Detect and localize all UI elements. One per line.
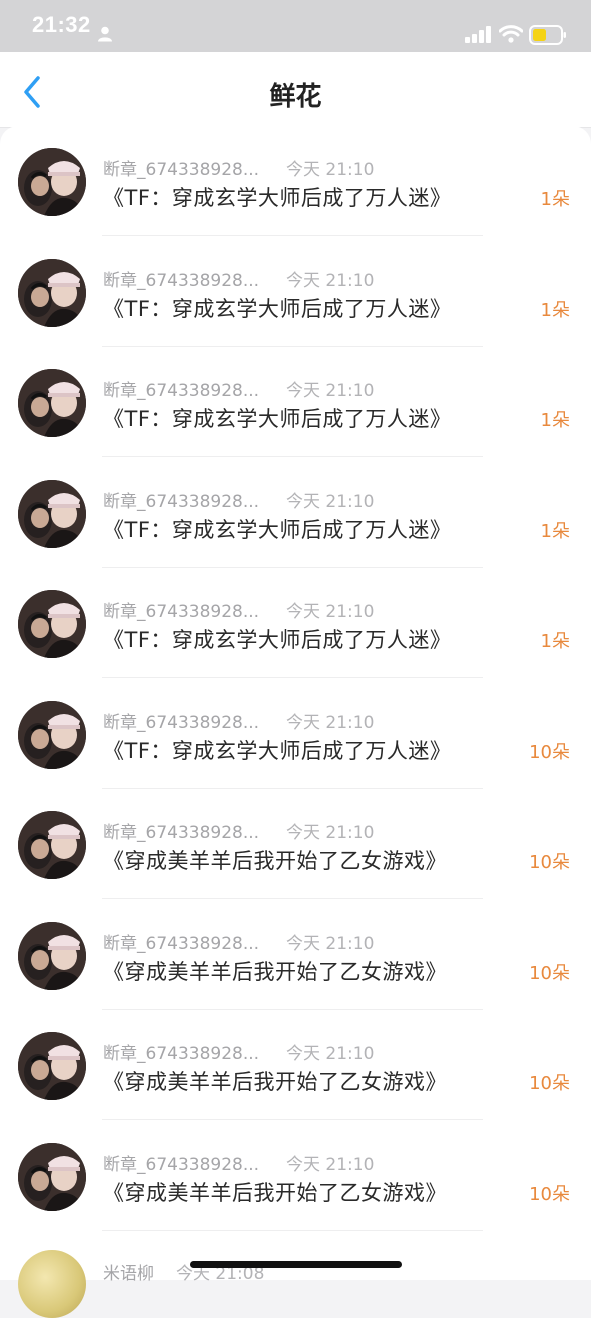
flower-count: 10朵 [529, 1183, 570, 1205]
signal-icon [465, 26, 491, 43]
avatar[interactable] [18, 1032, 86, 1100]
user-name[interactable]: 断章_674338928... [103, 818, 259, 843]
book-title[interactable]: 《TF：穿成玄学大师后成了万人迷》 [103, 514, 451, 544]
timestamp: 今天 21:10 [286, 1044, 375, 1064]
avatar[interactable] [18, 811, 86, 879]
timestamp: 今天 21:10 [286, 823, 375, 843]
list-item[interactable]: 断章_674338928... 今天 21:10 《穿成美羊羊后我开始了乙女游戏》 1… [0, 789, 591, 899]
timestamp: 今天 21:10 [286, 270, 375, 291]
book-title[interactable]: 《TF：穿成玄学大师后成了万人迷》 [103, 403, 451, 433]
flower-count: 10朵 [529, 741, 570, 763]
flower-count: 1朵 [540, 520, 570, 542]
list-item[interactable]: 断章_674338928... 今天 21:10 《TF：穿成玄学大师后成了万人迷》… [0, 679, 591, 789]
book-title[interactable]: 《穿成美羊羊后我开始了乙女游戏》 [103, 1177, 447, 1207]
user-name[interactable]: 断章_674338928... [103, 487, 259, 512]
book-title[interactable]: 《TF：穿成玄学大师后成了万人迷》 [103, 735, 451, 765]
user-name[interactable]: 断章_674338928... [103, 266, 259, 291]
flower-count: 1朵 [540, 410, 570, 431]
book-title[interactable]: 《TF：穿成玄学大师后成了万人迷》 [103, 182, 451, 212]
flower-list: 断章_674338928... 今天 21:10 《TF：穿成玄学大师后成了万人迷》… [0, 126, 591, 1280]
wifi-icon [499, 25, 523, 43]
user-name[interactable]: 断章_674338928... [103, 1039, 259, 1064]
avatar[interactable] [18, 921, 86, 990]
list-item[interactable]: 断章_674338928... 今天 21:10 《穿成美羊羊后我开始了乙女游戏》 1… [0, 900, 591, 1010]
page-title: 鲜花 [269, 82, 322, 112]
book-title[interactable]: 《TF：穿成玄学大师后成了万人迷》 [103, 624, 451, 654]
user-name[interactable]: 断章_674338928... [103, 376, 259, 401]
timestamp: 今天 21:10 [286, 160, 375, 180]
battery-icon [529, 25, 566, 45]
list-item[interactable]: 断章_674338928... 今天 21:10 《TF：穿成玄学大师后成了万人迷》… [0, 237, 591, 347]
timestamp: 今天 21:10 [286, 602, 375, 622]
status-bar: 21:32 [0, 0, 591, 52]
flower-count: 10朵 [529, 962, 570, 984]
flower-count: 1朵 [540, 189, 570, 210]
list-item[interactable]: 断章_674338928... 今天 21:10 《穿成美羊羊后我开始了乙女游戏》 1… [0, 1010, 591, 1120]
flower-count: 1朵 [540, 299, 570, 321]
nav-bar: 鲜花 [0, 52, 591, 128]
flower-count: 1朵 [540, 631, 570, 652]
timestamp: 今天 21:10 [286, 491, 375, 512]
user-name[interactable]: 断章_674338928... [103, 597, 259, 622]
avatar[interactable] [18, 1142, 86, 1211]
home-indicator[interactable] [190, 1261, 402, 1268]
list-item[interactable]: 断章_674338928... 今天 21:10 《穿成美羊羊后我开始了乙女游戏》 1… [0, 1121, 591, 1231]
flower-count: 10朵 [529, 852, 570, 873]
user-name[interactable]: 断章_674338928... [103, 1150, 259, 1175]
avatar[interactable] [18, 700, 86, 769]
avatar[interactable] [18, 1250, 86, 1318]
list-item[interactable]: 断章_674338928... 今天 21:10 《TF：穿成玄学大师后成了万人迷》… [0, 126, 591, 236]
timestamp: 今天 21:10 [286, 712, 375, 733]
user-name[interactable]: 断章_674338928... [103, 708, 259, 733]
person-icon [98, 26, 112, 42]
flower-count: 10朵 [529, 1073, 570, 1094]
list-item[interactable]: 断章_674338928... 今天 21:10 《TF：穿成玄学大师后成了万人迷》… [0, 347, 591, 457]
book-title[interactable]: 《穿成美羊羊后我开始了乙女游戏》 [103, 1066, 447, 1096]
timestamp: 今天 21:10 [286, 381, 375, 401]
status-time: 21:32 [32, 12, 91, 37]
user-name[interactable]: 断章_674338928... [103, 155, 259, 180]
avatar[interactable] [18, 590, 86, 658]
timestamp: 今天 21:10 [286, 933, 375, 954]
book-title[interactable]: 《TF：穿成玄学大师后成了万人迷》 [103, 293, 451, 323]
list-item[interactable]: 断章_674338928... 今天 21:10 《TF：穿成玄学大师后成了万人迷》… [0, 458, 591, 568]
list-item[interactable]: 断章_674338928... 今天 21:10 《TF：穿成玄学大师后成了万人迷》… [0, 568, 591, 678]
book-title[interactable]: 《穿成美羊羊后我开始了乙女游戏》 [103, 845, 447, 875]
user-name[interactable]: 断章_674338928... [103, 929, 259, 954]
avatar[interactable] [18, 148, 86, 216]
avatar[interactable] [18, 369, 86, 437]
user-name[interactable]: 米语柳 [103, 1259, 154, 1284]
timestamp: 今天 21:10 [286, 1154, 375, 1175]
avatar[interactable] [18, 258, 86, 327]
avatar[interactable] [18, 479, 86, 548]
book-title[interactable]: 《穿成美羊羊后我开始了乙女游戏》 [103, 956, 447, 986]
